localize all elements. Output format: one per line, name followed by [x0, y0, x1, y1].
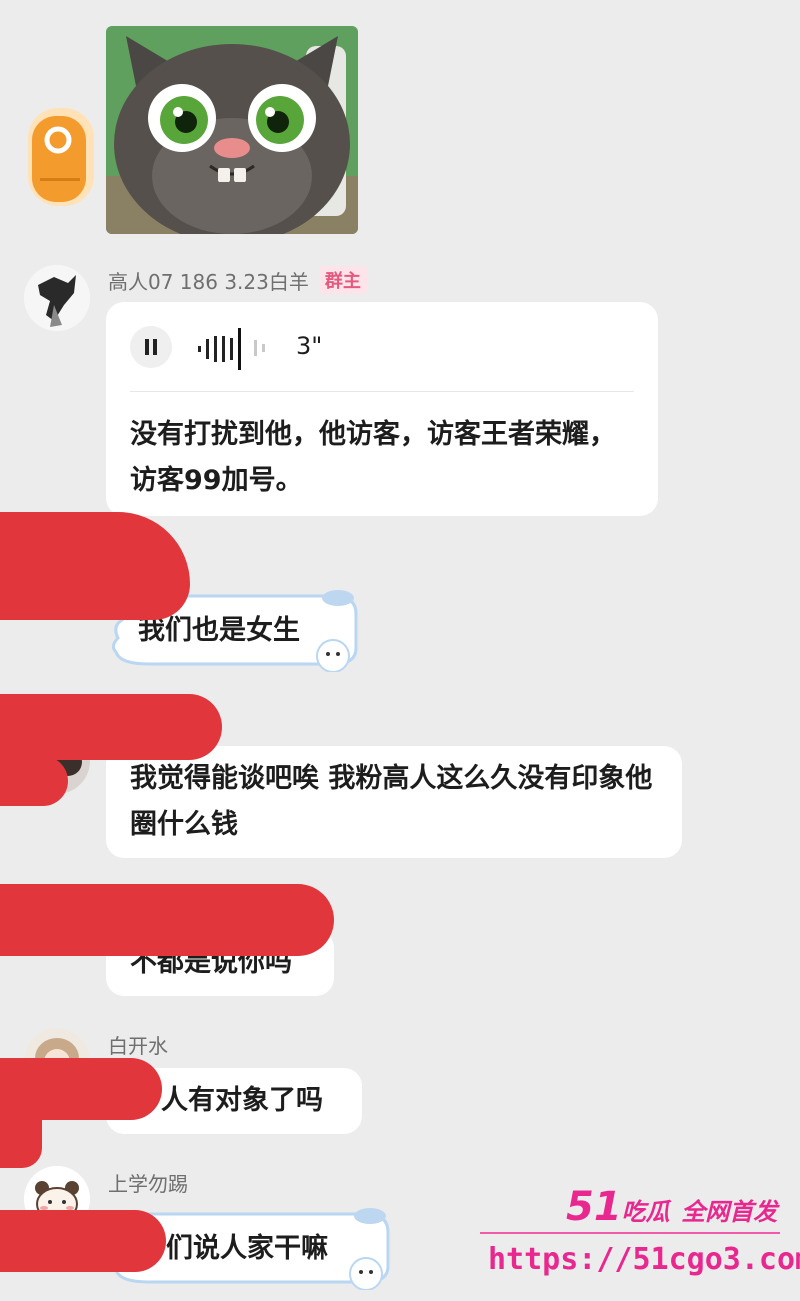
pause-icon — [145, 339, 157, 355]
message-text: 人有对象了吗 — [161, 1085, 323, 1116]
voice-transcript: 没有打扰到他，他访客，访客王者荣耀，访客99加号。 — [130, 419, 616, 496]
watermark-url: https://51cgo3.com — [488, 1242, 800, 1277]
watermark-brand: 51吃瓜 全网首发 — [566, 1184, 777, 1230]
sticker-image[interactable] — [106, 26, 358, 234]
redaction-mark — [0, 512, 190, 620]
voice-duration: 3" — [296, 332, 323, 360]
redaction-mark — [0, 884, 334, 956]
sender-name-text: 高人07 186 3.23白羊 — [108, 270, 309, 294]
talking-tom-cat-face — [106, 26, 358, 234]
voice-message-bubble[interactable]: 3" 没有打扰到他，他访客，访客王者荣耀，访客99加号。 — [106, 302, 658, 516]
message-bubble[interactable]: 我觉得能谈吧唉 我粉高人这么久没有印象他圈什么钱 — [106, 746, 682, 858]
redaction-mark — [0, 1110, 42, 1168]
message-text: 们说人家干嘛 — [166, 1233, 328, 1264]
redaction-mark — [0, 756, 68, 806]
pause-button[interactable] — [130, 326, 172, 368]
watermark: 51吃瓜 全网首发 https://51cgo3.com — [480, 1180, 800, 1290]
message-text: 我觉得能谈吧唉 我粉高人这么久没有印象他圈什么钱 — [130, 763, 653, 840]
sender-name: 白开水 — [108, 1034, 168, 1058]
sketch-avatar-icon — [24, 265, 90, 331]
avatar-sender-1[interactable] — [24, 265, 90, 331]
avatar-door[interactable] — [22, 100, 100, 212]
watermark-number: 51 — [566, 1184, 622, 1230]
redaction-mark — [0, 694, 222, 760]
sender-name: 高人07 186 3.23白羊 群主 — [108, 266, 367, 295]
redaction-mark — [0, 1210, 166, 1272]
watermark-line — [480, 1232, 780, 1234]
door-icon — [28, 108, 94, 206]
sender-name: 上学勿踢 — [108, 1172, 188, 1196]
voice-divider — [130, 391, 634, 392]
waveform-icon[interactable] — [196, 322, 280, 374]
watermark-brand-text: 吃瓜 — [621, 1198, 670, 1226]
watermark-tagline: 全网首发 — [681, 1198, 778, 1226]
group-owner-badge: 群主 — [318, 266, 367, 294]
